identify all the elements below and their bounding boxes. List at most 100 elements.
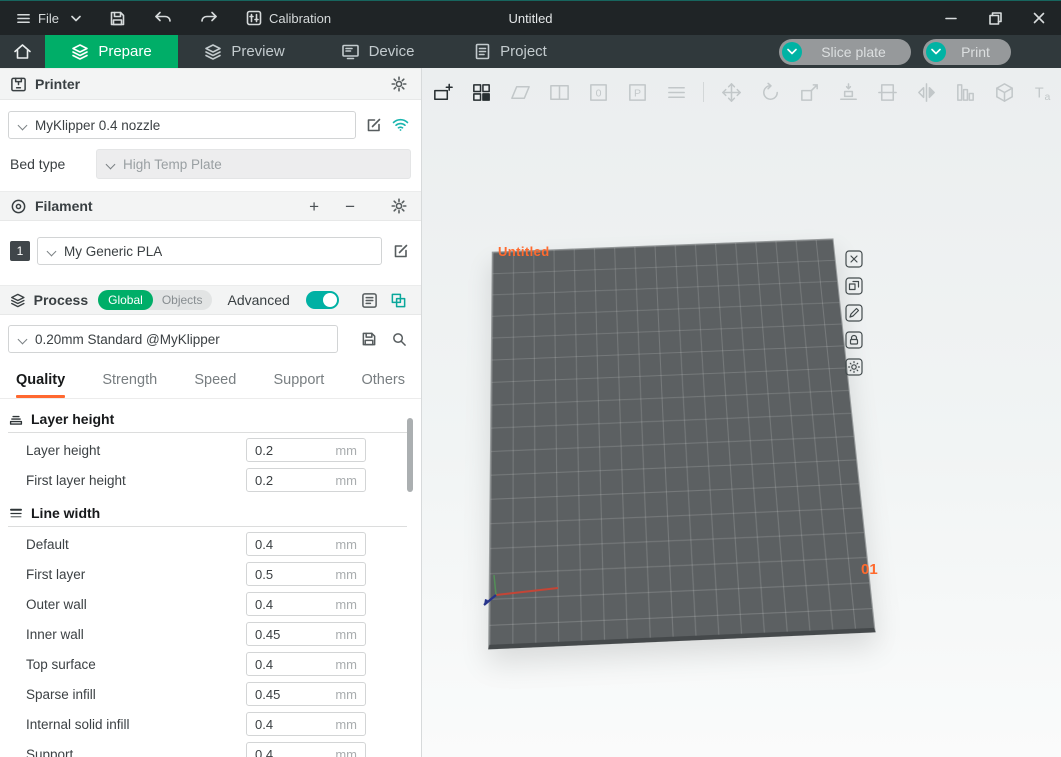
delete-plate-button[interactable] [845, 250, 863, 268]
sidebar-scrollbar[interactable] [407, 418, 413, 492]
param-tab-speed[interactable]: Speed [194, 372, 236, 398]
bed-type-row: Bed type High Temp Plate [0, 145, 421, 179]
param-row: Top surface 0.4 mm [0, 649, 421, 679]
param-value[interactable]: 0.4 [255, 597, 335, 612]
plate-name-label[interactable]: Untitled [498, 244, 550, 259]
split-view-button[interactable] [547, 80, 571, 104]
param-input[interactable]: 0.5 mm [246, 562, 366, 586]
maximize-button[interactable] [973, 1, 1017, 35]
param-label: Outer wall [26, 597, 246, 612]
tab-preview[interactable]: Preview [178, 35, 311, 68]
objects-icon [390, 292, 407, 309]
param-value[interactable]: 0.5 [255, 567, 335, 582]
viewport-3d[interactable]: 0 P [422, 68, 1061, 757]
close-button[interactable] [1017, 1, 1061, 35]
param-value[interactable]: 0.4 [255, 717, 335, 732]
process-select[interactable]: 0.20mm Standard @MyKlipper [8, 325, 338, 353]
param-input[interactable]: 0.4 mm [246, 742, 366, 757]
param-row: Sparse infill 0.45 mm [0, 679, 421, 709]
printer-select[interactable]: MyKlipper 0.4 nozzle [8, 111, 356, 139]
param-input[interactable]: 0.4 mm [246, 532, 366, 556]
mesh-cube-icon [993, 81, 1016, 104]
object-list-button[interactable] [664, 80, 688, 104]
variable-layer-height-icon [954, 81, 977, 104]
add-plate-icon [431, 81, 454, 104]
fill-plate-button[interactable]: 0 [586, 80, 610, 104]
slice-plate-dropdown[interactable] [782, 42, 802, 62]
param-value[interactable]: 0.2 [255, 473, 335, 488]
advanced-toggle[interactable] [306, 291, 339, 309]
param-value[interactable]: 0.45 [255, 627, 335, 642]
rename-plate-button[interactable] [845, 304, 863, 322]
param-unit: mm [335, 657, 357, 672]
tab-prepare[interactable]: Prepare [45, 35, 178, 68]
process-scope-toggle[interactable]: Global Objects [98, 290, 211, 310]
param-input[interactable]: 0.45 mm [246, 622, 366, 646]
search-settings-button[interactable] [389, 329, 409, 349]
add-plate-button[interactable] [430, 80, 454, 104]
param-input[interactable]: 0.45 mm [246, 682, 366, 706]
param-group-header: Line width [8, 505, 407, 527]
scope-global[interactable]: Global [98, 290, 153, 310]
filament-slot-badge[interactable]: 1 [10, 241, 30, 261]
file-menu-button[interactable]: File [10, 7, 65, 30]
param-tab-support[interactable]: Support [273, 372, 324, 398]
param-row: Layer height 0.2 mm [0, 435, 421, 465]
lay-flat-button[interactable] [836, 80, 860, 104]
param-tab-others[interactable]: Others [361, 372, 405, 398]
param-input[interactable]: 0.4 mm [246, 712, 366, 736]
arrange-button[interactable] [469, 80, 493, 104]
plate-settings-button[interactable] [845, 358, 863, 376]
param-tab-strength[interactable]: Strength [102, 372, 157, 398]
auto-orient-button[interactable] [508, 80, 532, 104]
calibration-button[interactable]: Calibration [240, 6, 337, 30]
paste-button[interactable]: P [625, 80, 649, 104]
mirror-icon [915, 81, 938, 104]
variable-layer-height-button[interactable] [953, 80, 977, 104]
minimize-button[interactable] [929, 1, 973, 35]
cut-button[interactable] [875, 80, 899, 104]
param-input[interactable]: 0.2 mm [246, 438, 366, 462]
scale-button[interactable] [797, 80, 821, 104]
tab-project[interactable]: Project [444, 35, 577, 68]
param-value[interactable]: 0.2 [255, 443, 335, 458]
tab-device[interactable]: Device [311, 35, 444, 68]
bed-type-select[interactable]: High Temp Plate [96, 149, 411, 179]
mirror-button[interactable] [914, 80, 938, 104]
filament-select[interactable]: My Generic PLA [37, 237, 382, 265]
scope-objects[interactable]: Objects [153, 293, 212, 307]
arrange-plate-button[interactable] [845, 277, 863, 295]
move-button[interactable] [719, 80, 743, 104]
mesh-tools-button[interactable] [992, 80, 1016, 104]
filament-settings-button[interactable] [389, 196, 409, 216]
edit-printer-button[interactable] [364, 115, 384, 135]
parameter-list-button[interactable] [359, 290, 380, 311]
param-input[interactable]: 0.4 mm [246, 652, 366, 676]
param-tab-quality[interactable]: Quality [16, 372, 65, 398]
rotate-button[interactable] [758, 80, 782, 104]
param-value[interactable]: 0.4 [255, 747, 335, 757]
home-button[interactable] [0, 35, 45, 68]
param-value[interactable]: 0.4 [255, 537, 335, 552]
param-input[interactable]: 0.4 mm [246, 592, 366, 616]
printer-settings-button[interactable] [389, 74, 409, 94]
filament-header-label: Filament [35, 198, 93, 214]
edit-filament-button[interactable] [391, 241, 411, 261]
slice-plate-button[interactable]: Slice plate [779, 39, 911, 65]
compare-presets-button[interactable] [388, 290, 409, 311]
param-input[interactable]: 0.2 mm [246, 468, 366, 492]
save-button[interactable] [103, 6, 132, 31]
print-dropdown[interactable] [926, 42, 946, 62]
param-value[interactable]: 0.4 [255, 657, 335, 672]
lock-plate-button[interactable] [845, 331, 863, 349]
param-value[interactable]: 0.45 [255, 687, 335, 702]
add-filament-button[interactable]: + [307, 196, 321, 217]
redo-button[interactable] [194, 7, 224, 29]
printer-connection-button[interactable] [390, 116, 411, 134]
save-preset-button[interactable] [359, 329, 379, 349]
file-menu-chevron-button[interactable] [65, 11, 87, 26]
print-button[interactable]: Print [923, 39, 1011, 65]
text-tool-button[interactable]: Ta [1031, 80, 1055, 104]
remove-filament-button[interactable]: − [343, 196, 357, 217]
undo-button[interactable] [148, 7, 178, 29]
